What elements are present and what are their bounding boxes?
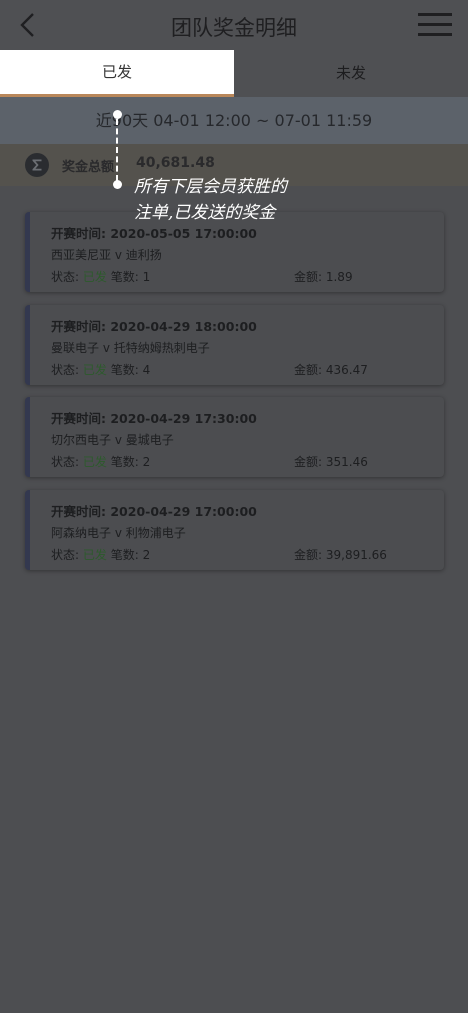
order-card[interactable]: 开赛时间: 2020-04-29 18:00:00 曼联电子 v 托特纳姆热刺电… [25,305,444,385]
status-value: 已发 [82,548,107,562]
match-start-time: 开赛时间: 2020-04-29 17:00:00 [51,504,257,519]
order-amount: 金额: 351.46 [294,455,368,469]
status-prefix: 状态: [51,548,80,562]
annotation-text: 所有下层会员获胜的 注单,已发送的奖金 [134,174,354,226]
match-start-time: 开赛时间: 2020-04-29 17:30:00 [51,411,257,426]
order-status: 状态: 已发 笔数: 1 [51,268,150,285]
status-prefix: 状态: [51,455,80,469]
status-value: 已发 [82,363,107,377]
sigma-icon [25,153,49,177]
status-prefix: 状态: [51,363,80,377]
annotation-anchor-dot [113,110,122,119]
match-name: 切尔西电子 v 曼城电子 [51,433,174,447]
match-name: 阿森纳电子 v 利物浦电子 [51,526,186,540]
order-card[interactable]: 开赛时间: 2020-04-29 17:00:00 阿森纳电子 v 利物浦电子 … [25,490,444,570]
order-count: 笔数: 4 [110,363,151,377]
order-card[interactable]: 开赛时间: 2020-04-29 17:30:00 切尔西电子 v 曼城电子 状… [25,397,444,477]
order-status: 状态: 已发 笔数: 4 [51,361,150,378]
order-count: 笔数: 2 [110,548,151,562]
order-status: 状态: 已发 笔数: 2 [51,546,150,563]
order-amount: 金额: 436.47 [294,363,368,377]
date-range-filter[interactable]: 近90天 04-01 12:00 ~ 07-01 11:59 [0,97,468,144]
tab-bar: 已发 未发 [0,50,468,97]
order-count: 笔数: 2 [110,455,151,469]
status-value: 已发 [82,270,107,284]
annotation-line-2: 注单,已发送的奖金 [134,203,276,223]
total-value: 40,681.48 [136,155,215,171]
page-title: 团队奖金明细 [171,16,297,40]
match-name: 曼联电子 v 托特纳姆热刺电子 [51,341,210,355]
hamburger-menu-icon[interactable] [418,12,452,38]
status-value: 已发 [82,455,107,469]
order-count: 笔数: 1 [110,270,151,284]
tab-unissued[interactable]: 未发 [234,50,468,97]
top-nav-bar: 团队奖金明细 [0,0,468,50]
order-status: 状态: 已发 笔数: 2 [51,453,150,470]
annotation-dashed-line [116,119,118,181]
match-start-time: 开赛时间: 2020-04-29 18:00:00 [51,319,257,334]
annotation-pointer-dot [113,180,122,189]
tab-issued[interactable]: 已发 [0,50,234,97]
annotation-line-1: 所有下层会员获胜的 [134,177,287,197]
total-label: 奖金总额 [62,160,115,175]
status-prefix: 状态: [51,270,80,284]
order-amount: 金额: 39,891.66 [294,548,387,562]
match-name: 西亚美尼亚 v 迪利扬 [51,248,162,262]
order-amount: 金额: 1.89 [294,270,353,284]
